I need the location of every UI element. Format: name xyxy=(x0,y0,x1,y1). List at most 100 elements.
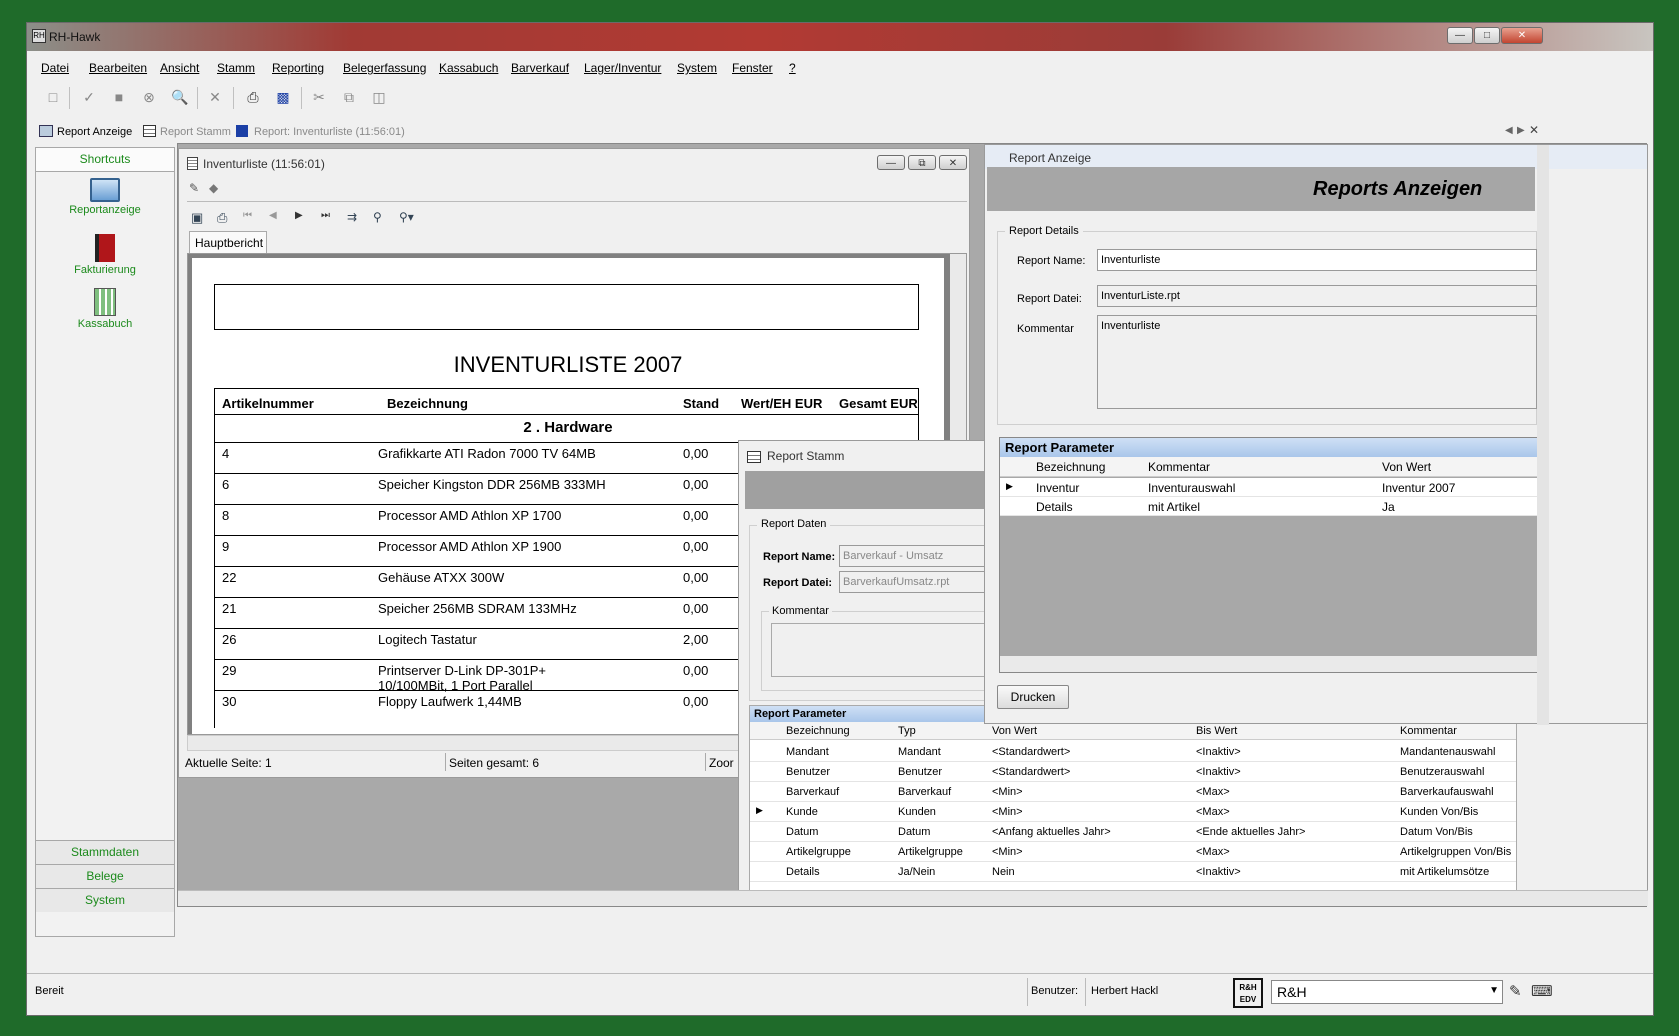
chevron-down-icon[interactable]: ▼ xyxy=(1489,985,1499,996)
col-von-wert[interactable]: Von Wert xyxy=(1382,460,1431,474)
menu-system[interactable]: System xyxy=(677,61,717,75)
col-bis-wert[interactable]: Bis Wert xyxy=(1196,725,1237,737)
menu-bearbeiten[interactable]: Bearbeiten xyxy=(89,61,147,75)
table-row[interactable]: ▶ Inventur Inventurauswahl Inventur 2007 xyxy=(1000,478,1538,497)
report-name-field[interactable]: Inventurliste xyxy=(1097,249,1537,271)
report-name-field[interactable]: Barverkauf - Umsatz xyxy=(839,545,999,567)
table-row[interactable]: Artikelgruppe Artikelgruppe <Min> <Max> Arti… xyxy=(750,842,1516,862)
zoom-icon[interactable]: ⚲▾ xyxy=(399,210,414,224)
col-bezeichnung[interactable]: Bezeichnung xyxy=(1036,460,1105,474)
cell-stand: 0,00 xyxy=(683,663,709,678)
col-kommentar[interactable]: Kommentar xyxy=(1400,725,1457,737)
restore-button[interactable]: ⧉ xyxy=(908,155,936,170)
last-page-icon[interactable]: ⏭ xyxy=(321,210,330,221)
table-cell: <Inaktiv> xyxy=(1196,746,1241,758)
table-row[interactable]: Mandant Mandant <Standardwert> <Inaktiv> Man… xyxy=(750,742,1516,762)
sidebar-header[interactable]: Shortcuts xyxy=(36,148,174,172)
tab-report-inventurliste[interactable]: Report: Inventurliste (11:56:01) xyxy=(254,126,405,138)
table-cell: Details xyxy=(786,866,820,878)
minimize-button[interactable]: — xyxy=(1447,27,1473,44)
table-row[interactable]: Details mit Artikel Ja xyxy=(1000,497,1538,516)
print-icon[interactable]: ⎙ xyxy=(217,210,227,226)
app-title: RH-Hawk xyxy=(49,30,101,44)
tab-close-icon[interactable]: ✕ xyxy=(1529,123,1539,137)
menu-fenster[interactable]: Fenster xyxy=(732,61,773,75)
tag-icon[interactable]: ◆ xyxy=(209,181,218,195)
table-row[interactable]: Barverkauf Barverkauf <Min> <Max> Barverkauf… xyxy=(750,782,1516,802)
report-datei-field[interactable]: BarverkaufUmsatz.rpt xyxy=(839,571,999,593)
report-anzeige-window: Report Anzeige Reports Anzeigen Report D… xyxy=(984,144,1648,725)
menu-help[interactable]: ? xyxy=(789,61,796,75)
col-bezeichnung[interactable]: Bezeichnung xyxy=(786,725,850,737)
tab-hauptbericht[interactable]: Hauptbericht xyxy=(189,231,267,253)
table-cell: Kunden xyxy=(898,806,936,818)
tab-report-anzeige[interactable]: Report Anzeige xyxy=(57,126,132,138)
shortcut-fakturierung[interactable]: Fakturierung xyxy=(36,234,174,276)
prev-page-icon[interactable]: ◀ xyxy=(269,210,277,221)
goto-page-icon[interactable]: ⇉ xyxy=(347,210,357,224)
cell-stand: 0,00 xyxy=(683,508,709,523)
col-typ[interactable]: Typ xyxy=(898,725,916,737)
table-row[interactable]: Datum Datum <Anfang aktuelles Jahr> <Ende a… xyxy=(750,822,1516,842)
tab-scroll-left-icon[interactable]: ◀ xyxy=(1505,125,1513,136)
shortcut-label: Fakturierung xyxy=(74,264,136,276)
menu-kassabuch[interactable]: Kassabuch xyxy=(439,61,498,75)
search-icon[interactable]: 🔍 xyxy=(171,89,188,105)
table-cell: Ja xyxy=(1382,500,1395,514)
table-row[interactable]: Benutzer Benutzer <Standardwert> <Inaktiv> B… xyxy=(750,762,1516,782)
menu-barverkauf[interactable]: Barverkauf xyxy=(511,61,569,75)
copy-icon[interactable]: ⧉ xyxy=(341,89,357,105)
shortcut-reportanzeige[interactable]: Reportanzeige xyxy=(36,178,174,216)
kommentar-field[interactable]: Inventurliste xyxy=(1097,315,1537,409)
kommentar-field[interactable] xyxy=(771,623,999,677)
preview-icon[interactable]: ▩ xyxy=(275,89,291,105)
new-document-icon[interactable]: □ xyxy=(45,89,61,105)
delete-icon[interactable]: ✕ xyxy=(207,89,223,105)
col-kommentar[interactable]: Kommentar xyxy=(1148,460,1210,474)
sidebar-section-system[interactable]: System xyxy=(36,888,174,912)
first-page-icon[interactable]: ⏮ xyxy=(243,210,252,221)
vertical-scrollbar[interactable] xyxy=(1537,145,1549,725)
keyboard-icon[interactable]: ⌨ xyxy=(1531,982,1553,1000)
menu-datei[interactable]: Datei xyxy=(41,61,69,75)
edit-icon[interactable]: ✓ xyxy=(81,89,97,105)
report-datei-field[interactable]: InventurListe.rpt xyxy=(1097,285,1537,307)
save-icon[interactable]: ■ xyxy=(111,89,127,105)
drucken-button[interactable]: Drucken xyxy=(997,685,1069,709)
sidebar-section-belege[interactable]: Belege xyxy=(36,864,174,888)
anzeige-param-grid: Report Parameter Bezeichnung Kommentar V… xyxy=(999,437,1539,673)
calculator-icon xyxy=(94,288,116,316)
kommentar-label: Kommentar xyxy=(769,605,832,617)
tab-report-stamm[interactable]: Report Stamm xyxy=(160,126,231,138)
table-row[interactable]: ▶ Kunde Kunden <Min> <Max> Kunden Von/Bis xyxy=(750,802,1516,822)
paste-icon[interactable]: ◫ xyxy=(371,89,387,105)
mdi-hscrollbar[interactable] xyxy=(178,890,1648,906)
export-report-icon[interactable]: ▣ xyxy=(191,210,203,226)
cut-icon[interactable]: ✂ xyxy=(311,89,327,105)
cell-bezeichnung: Logitech Tastatur xyxy=(378,632,477,647)
table-cell: Artikelgruppe xyxy=(786,846,851,858)
export-icon[interactable]: ✎ xyxy=(189,181,199,195)
menu-lager-inventur[interactable]: Lager/Inventur xyxy=(584,61,661,75)
maximize-button[interactable]: □ xyxy=(1474,27,1500,44)
next-page-icon[interactable]: ▶ xyxy=(295,210,303,221)
close-button[interactable]: ✕ xyxy=(939,155,967,170)
sidebar-section-stammdaten[interactable]: Stammdaten xyxy=(36,840,174,864)
shortcut-kassabuch[interactable]: Kassabuch xyxy=(36,288,174,330)
menu-ansicht[interactable]: Ansicht xyxy=(160,61,199,75)
print-icon[interactable]: ⎙ xyxy=(245,89,261,105)
menu-belegerfassung[interactable]: Belegerfassung xyxy=(343,61,426,75)
cancel-icon[interactable]: ⊗ xyxy=(141,89,157,105)
col-von-wert[interactable]: Von Wert xyxy=(992,725,1037,737)
table-cell: <Min> xyxy=(992,806,1023,818)
grid-hscrollbar[interactable] xyxy=(1000,656,1538,672)
menu-stamm[interactable]: Stamm xyxy=(217,61,255,75)
close-button[interactable]: ✕ xyxy=(1501,27,1543,44)
company-select[interactable]: R&H ▼ xyxy=(1271,980,1503,1004)
find-icon[interactable]: ⚲ xyxy=(373,210,382,224)
pin-icon[interactable]: ✎ xyxy=(1509,982,1522,1000)
tab-scroll-right-icon[interactable]: ▶ xyxy=(1517,125,1525,136)
table-row[interactable]: Details Ja/Nein Nein <Inaktiv> mit Artikelum… xyxy=(750,862,1516,882)
menu-reporting[interactable]: Reporting xyxy=(272,61,324,75)
minimize-button[interactable]: — xyxy=(877,155,905,170)
